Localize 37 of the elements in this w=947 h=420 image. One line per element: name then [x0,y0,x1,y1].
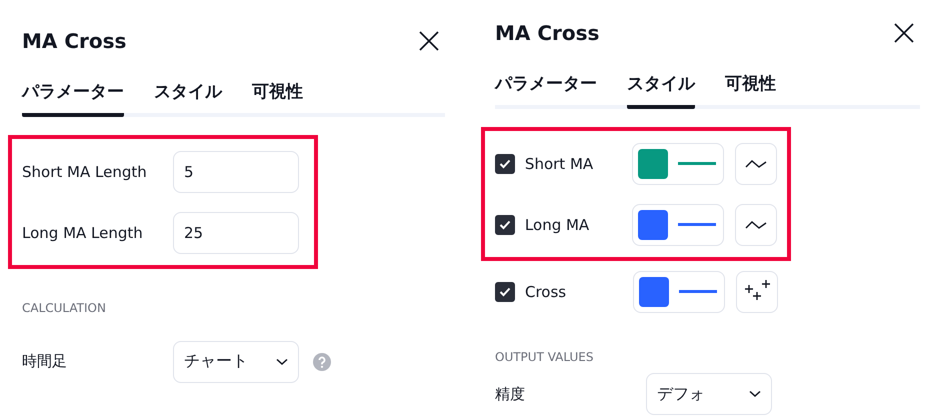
tab[interactable]: パラメーター [22,80,124,117]
wave-line-icon [745,158,768,168]
dialog-title: MA Cross [495,21,600,45]
number-field[interactable]: 25 [173,212,299,254]
close-icon[interactable] [894,23,914,43]
tab[interactable]: スタイル [627,72,695,109]
field-label: 精度 [495,384,526,404]
plot-label: Cross [525,282,568,300]
dialog-title: MA Cross [22,29,126,53]
tab[interactable]: スタイル [154,80,222,117]
color-picker-button[interactable] [632,142,724,184]
plot-label: Long MA [524,216,590,234]
color-picker-button[interactable] [632,204,724,246]
plot-style-button[interactable] [736,270,778,312]
checkmark-icon [498,158,511,168]
tab[interactable]: パラメーター [495,72,597,109]
plot-label: Short MA [524,154,594,172]
close-icon[interactable] [419,31,439,51]
wave-line-icon [745,220,768,230]
checkmark-icon [499,286,511,296]
field-label: Long MA Length [22,224,144,242]
chevron-down-icon [276,358,288,366]
checkbox[interactable] [495,154,515,174]
checkmark-icon [498,220,511,230]
select-dropdown[interactable]: デフォ [646,373,772,415]
tab[interactable]: 可視性 [252,80,303,117]
field-label: Short MA Length [22,162,148,180]
section-heading: CALCULATION [22,301,107,315]
select-dropdown[interactable]: チャート [173,340,299,382]
checkbox[interactable] [495,282,515,302]
field-label: 時間足 [22,352,68,371]
checkbox[interactable] [495,214,515,234]
number-field[interactable]: 5 [173,150,299,192]
color-picker-button[interactable] [633,270,725,312]
chevron-down-icon [749,390,761,398]
section-heading: OUTPUT VALUES [495,350,594,364]
tab[interactable]: 可視性 [725,72,776,109]
